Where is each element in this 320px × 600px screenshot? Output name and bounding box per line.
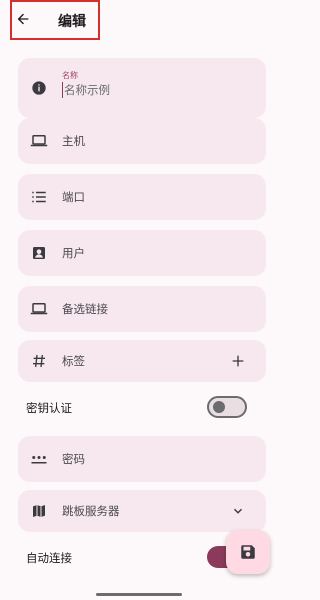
alt-links-field-label: 备选链接 [62,302,108,316]
arrow-left-icon [17,13,29,25]
auto-connect-label: 自动连接 [26,551,72,565]
map-icon [30,502,48,520]
plus-icon[interactable] [230,353,246,369]
password-field-label: 密码 [62,452,85,466]
back-button[interactable] [14,8,32,30]
switch-thumb [213,401,225,413]
page-title: 编辑 [58,14,86,30]
name-field-placeholder: 名称示例 [62,82,110,98]
laptop-icon [30,300,48,318]
info-icon [30,79,48,97]
name-field[interactable]: 名称 名称示例 [18,58,266,118]
password-field[interactable]: 密码 [18,436,266,482]
jump-server-field-label: 跳板服务器 [62,504,120,518]
hash-icon [30,352,48,370]
save-button[interactable] [226,530,270,574]
account-box-icon [30,244,48,262]
port-field[interactable]: 端口 [18,174,266,220]
chevron-down-icon[interactable] [230,503,246,519]
user-field[interactable]: 用户 [18,230,266,276]
port-field-label: 端口 [62,190,85,204]
key-auth-switch[interactable] [207,396,247,418]
name-field-label: 名称 [62,71,78,80]
save-icon [241,545,255,559]
laptop-icon [30,132,48,150]
tags-field-label: 标签 [62,354,85,368]
home-indicator [96,593,182,596]
host-field[interactable]: 主机 [18,118,266,164]
tags-field[interactable]: 标签 [18,340,266,382]
top-app-bar: 编辑 [0,0,278,40]
jump-server-field[interactable]: 跳板服务器 [18,490,266,532]
list-numbered-icon [30,188,48,206]
key-auth-label: 密钥认证 [26,401,72,415]
host-field-label: 主机 [62,134,85,148]
password-dots-icon [30,450,48,468]
alt-links-field[interactable]: 备选链接 [18,286,266,332]
user-field-label: 用户 [62,246,85,260]
